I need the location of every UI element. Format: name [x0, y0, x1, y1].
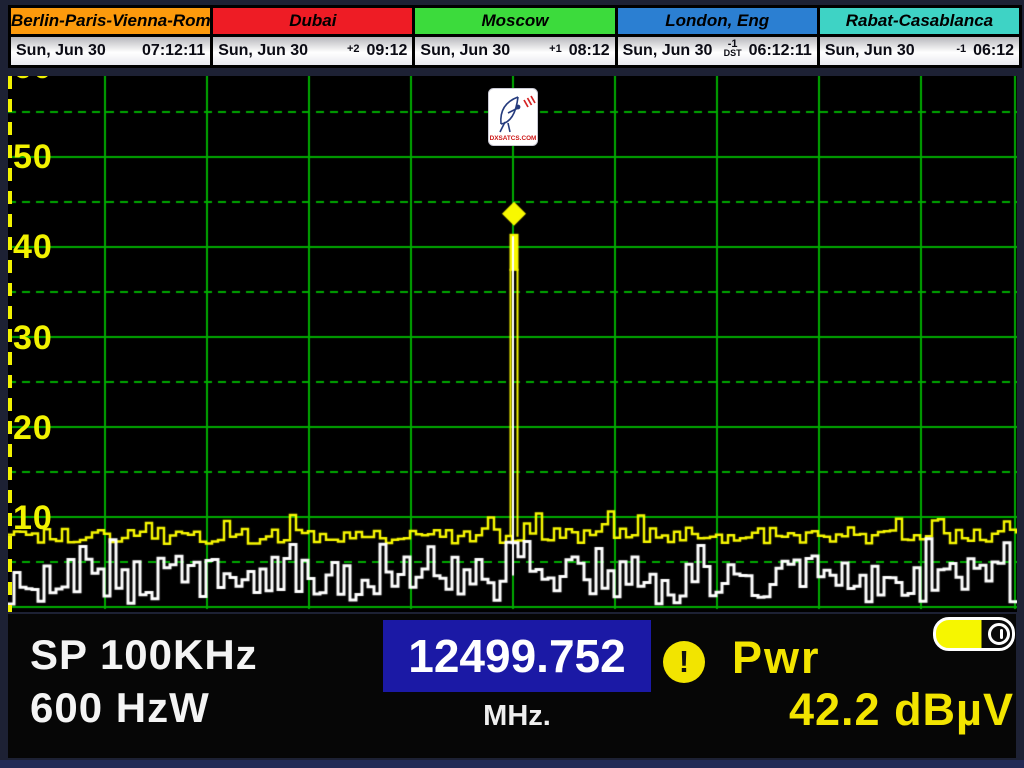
frequency-display: 12499.752	[383, 620, 651, 692]
clock-time: 08:12	[569, 42, 610, 60]
battery-icon	[933, 617, 1015, 651]
y-tick-20: 20	[13, 410, 83, 446]
clock-time: 07:12:11	[142, 42, 205, 60]
clock-column-rabat: Rabat-Casablanca Sun, Jun 30 -1 06:12	[820, 8, 1019, 65]
clock-utc-offset: +2	[342, 45, 365, 54]
clock-column-dubai: Dubai Sun, Jun 30 +2 09:12	[213, 8, 412, 65]
clock-utc-offset: -1	[951, 45, 971, 54]
clock-city-label: Dubai	[213, 8, 412, 37]
clock-city-label: Berlin-Paris-Vienna-Roma	[11, 8, 210, 37]
bandwidth-readout: 600 HzW	[30, 684, 210, 732]
clock-column-london: London, Eng Sun, Jun 30 -1DST 06:12:11	[618, 8, 817, 65]
clock-time: 06:12	[973, 42, 1014, 60]
clock-utc-offset: +1	[544, 45, 567, 54]
screen-frame-bottom	[0, 760, 1024, 768]
satellite-meter-screen: Berlin-Paris-Vienna-Roma Sun, Jun 30 07:…	[0, 0, 1024, 768]
clock-time: 06:12:11	[749, 42, 812, 60]
clock-time-row: Sun, Jun 30 -1 06:12	[820, 37, 1019, 65]
clock-date: Sun, Jun 30	[825, 42, 915, 60]
y-tick-60: 60	[13, 76, 83, 85]
power-value: 42.2 dBµV	[548, 684, 1014, 736]
power-label: Pwr	[732, 632, 821, 684]
clock-column-berlin: Berlin-Paris-Vienna-Roma Sun, Jun 30 07:…	[11, 8, 210, 65]
clock-city-label: London, Eng	[618, 8, 817, 37]
spectrum-canvas	[8, 76, 1017, 612]
clock-city-label: Rabat-Casablanca	[820, 8, 1019, 37]
logo-text: DXSATCS.COM	[490, 135, 537, 142]
clock-time-row: Sun, Jun 30 07:12:11	[11, 37, 210, 65]
clock-date: Sun, Jun 30	[16, 42, 106, 60]
dxsatcs-logo: DXSATCS.COM	[488, 88, 538, 146]
clock-time-row: Sun, Jun 30 +2 09:12	[213, 37, 412, 65]
y-tick-40: 40	[13, 229, 83, 265]
battery-terminal-icon	[988, 623, 1010, 645]
clock-date: Sun, Jun 30	[218, 42, 308, 60]
clock-time: 09:12	[366, 42, 407, 60]
clock-date: Sun, Jun 30	[420, 42, 510, 60]
clock-date: Sun, Jun 30	[623, 42, 713, 60]
clock-column-moscow: Moscow Sun, Jun 30 +1 08:12	[415, 8, 614, 65]
clock-time-row: Sun, Jun 30 +1 08:12	[415, 37, 614, 65]
y-tick-30: 30	[13, 320, 83, 356]
world-clock-bar: Berlin-Paris-Vienna-Roma Sun, Jun 30 07:…	[8, 5, 1022, 68]
alert-icon: !	[663, 641, 705, 683]
spectrum-plot: 60 50 40 30 20 10	[8, 76, 1017, 612]
span-readout: SP 100KHz	[30, 631, 258, 679]
clock-utc-offset: -1DST	[719, 40, 747, 58]
clock-city-label: Moscow	[415, 8, 614, 37]
clock-time-row: Sun, Jun 30 -1DST 06:12:11	[618, 37, 817, 65]
readout-bar: SP 100KHz 600 HzW 12499.752 MHz. ! Pwr 4…	[8, 614, 1016, 758]
y-tick-50: 50	[13, 139, 83, 175]
y-axis-dashed-line	[8, 76, 12, 612]
y-tick-10: 10	[13, 500, 83, 536]
